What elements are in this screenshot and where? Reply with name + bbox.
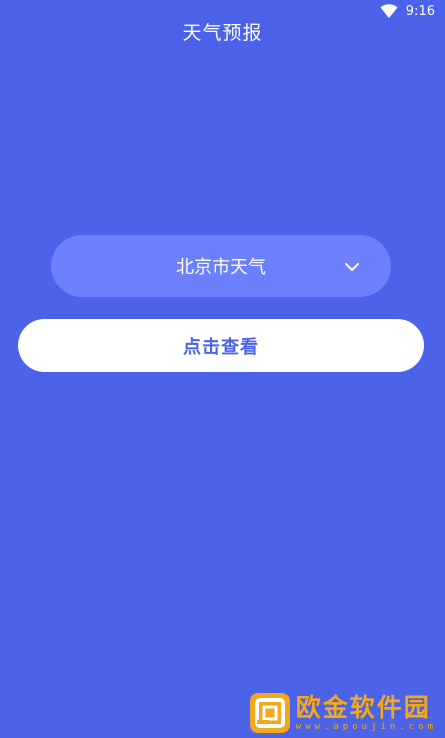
- watermark-url: www.apoujin.com: [295, 722, 437, 732]
- city-select-value: 北京市天气: [176, 257, 266, 278]
- chevron-down-icon: [345, 263, 359, 271]
- city-select-dropdown[interactable]: 北京市天气: [51, 235, 391, 297]
- status-time: 9:16: [405, 3, 435, 19]
- check-weather-button[interactable]: 点击查看: [18, 319, 424, 372]
- watermark-logo-icon: [249, 693, 290, 733]
- wifi-icon: [380, 4, 398, 18]
- page-title: 天气预报: [182, 22, 263, 44]
- watermark-name: 欧金软件园: [295, 693, 431, 722]
- watermark: 欧金软件园 www.apoujin.com: [249, 692, 437, 734]
- watermark-texts: 欧金软件园 www.apoujin.com: [295, 693, 437, 733]
